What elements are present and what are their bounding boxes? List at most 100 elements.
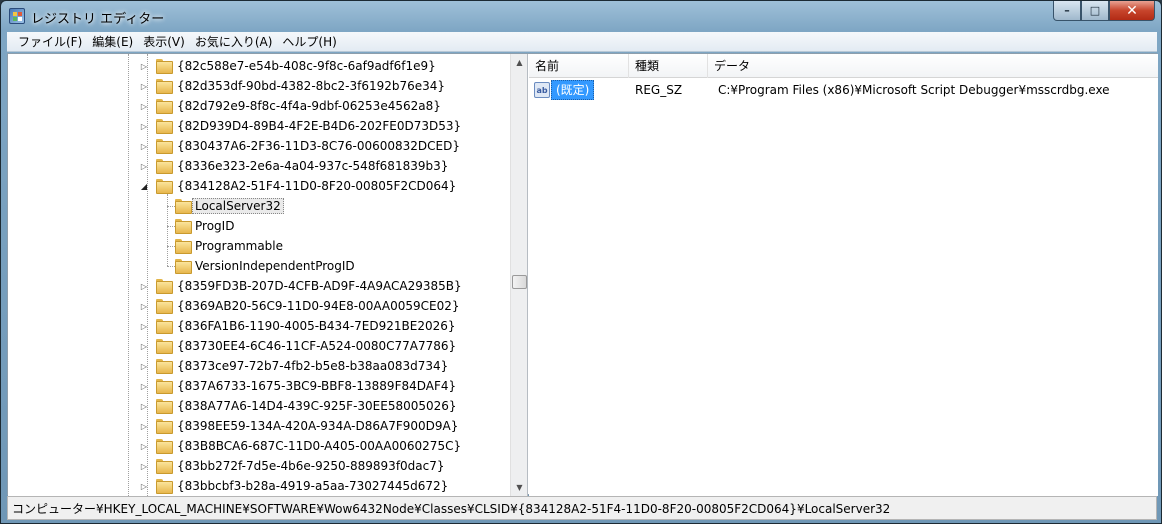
tree-node-label[interactable]: {8398EE59-134A-420A-934A-D86A7F900D9A} xyxy=(174,418,461,434)
folder-icon xyxy=(156,279,173,294)
status-path: コンピューター¥HKEY_LOCAL_MACHINE¥SOFTWARE¥Wow6… xyxy=(12,501,891,516)
tree-node-label[interactable]: {82d353df-90bd-4382-8bc2-3f6192b76e34} xyxy=(174,78,448,94)
column-header-type[interactable]: 種類 xyxy=(629,54,708,78)
tree-guide-line xyxy=(167,206,175,207)
value-list-pane[interactable]: 名前 種類 データ ab (既定) REG_SZ C:¥Program File… xyxy=(529,54,1158,496)
expand-arrow-icon[interactable]: ▷ xyxy=(139,121,149,131)
tree-node[interactable]: ▷ {82D939D4-89B4-4F2E-B4D6-202FE0D73D53} xyxy=(8,116,510,136)
expand-arrow-icon[interactable]: ▷ xyxy=(139,381,149,391)
expand-arrow-icon[interactable]: ▷ xyxy=(139,461,149,471)
folder-icon xyxy=(156,59,173,74)
scroll-down-arrow-icon[interactable]: ▼ xyxy=(511,479,527,496)
expand-arrow-icon[interactable]: ▷ xyxy=(139,161,149,171)
expand-arrow-icon[interactable]: ▷ xyxy=(139,101,149,111)
tree-node-label[interactable]: LocalServer32 xyxy=(192,198,284,214)
value-name[interactable]: (既定) xyxy=(551,80,595,100)
tree-node[interactable]: ▷ {837A6733-1675-3BC9-BBF8-13889F84DAF4} xyxy=(8,376,510,396)
tree-node[interactable]: Programmable xyxy=(8,236,510,256)
tree-node[interactable]: ProgID xyxy=(8,216,510,236)
tree-node[interactable]: ▷ {8359FD3B-207D-4CFB-AD9F-4A9ACA29385B} xyxy=(8,276,510,296)
tree-node-label[interactable]: VersionIndependentProgID xyxy=(192,258,358,274)
tree-node-label[interactable]: {836FA1B6-1190-4005-B434-7ED921BE2026} xyxy=(174,318,459,334)
menu-help[interactable]: ヘルプ(H) xyxy=(277,33,341,50)
tree-node-label[interactable]: {82D939D4-89B4-4F2E-B4D6-202FE0D73D53} xyxy=(174,118,464,134)
registry-key-tree[interactable]: ▷ {82c588e7-e54b-408c-9f8c-6af9adf6f1e9} ▷… xyxy=(8,54,528,496)
folder-icon xyxy=(156,379,173,394)
tree-node[interactable]: ▷ {8336e323-2e6a-4a04-937c-548f681839b3} xyxy=(8,156,510,176)
expand-arrow-icon[interactable]: ▷ xyxy=(139,81,149,91)
expand-arrow-icon[interactable]: ▷ xyxy=(139,141,149,151)
expand-arrow-icon[interactable]: ▷ xyxy=(139,421,149,431)
folder-icon xyxy=(156,339,173,354)
scroll-up-arrow-icon[interactable]: ▲ xyxy=(511,54,527,71)
tree-vertical-scrollbar[interactable]: ▲ ▼ xyxy=(510,54,527,496)
tree-node[interactable]: ▷ {8398EE59-134A-420A-934A-D86A7F900D9A} xyxy=(8,416,510,436)
collapse-arrow-icon[interactable]: ◢ xyxy=(139,181,149,191)
tree-guide-line xyxy=(167,246,175,247)
expand-arrow-icon[interactable]: ▷ xyxy=(139,341,149,351)
expand-arrow-icon[interactable]: ▷ xyxy=(139,281,149,291)
tree-node[interactable]: VersionIndependentProgID xyxy=(8,256,510,276)
expand-arrow-icon[interactable]: ▷ xyxy=(139,481,149,491)
tree-node-label[interactable]: {830437A6-2F36-11D3-8C76-00600832DCED} xyxy=(174,138,463,154)
tree-node[interactable]: ▷ {82d353df-90bd-4382-8bc2-3f6192b76e34} xyxy=(8,76,510,96)
close-button[interactable]: ✕ xyxy=(1109,1,1155,21)
tree-node-label[interactable]: {838A77A6-14D4-439C-925F-30EE58005026} xyxy=(174,398,460,414)
minimize-icon: – xyxy=(1064,4,1070,17)
tree-node-label[interactable]: {834128A2-51F4-11D0-8F20-00805F2CD064} xyxy=(174,178,459,194)
window-title: レジストリ エディター xyxy=(31,12,165,27)
regedit-app-icon[interactable] xyxy=(9,8,25,24)
expand-arrow-icon[interactable]: ▷ xyxy=(139,61,149,71)
tree-node[interactable]: ▷ {82d792e9-8f8c-4f4a-9dbf-06253e4562a8} xyxy=(8,96,510,116)
folder-icon xyxy=(156,119,173,134)
tree-node-label[interactable]: {82d792e9-8f8c-4f4a-9dbf-06253e4562a8} xyxy=(174,98,444,114)
tree-node[interactable]: ◢ {834128A2-51F4-11D0-8F20-00805F2CD064} xyxy=(8,176,510,196)
tree-node[interactable]: ▷ {830437A6-2F36-11D3-8C76-00600832DCED} xyxy=(8,136,510,156)
maximize-icon: □ xyxy=(1089,4,1101,17)
folder-icon xyxy=(175,239,192,254)
tree-node[interactable]: ▷ {83730EE4-6C46-11CF-A524-0080C77A7786} xyxy=(8,336,510,356)
tree-node[interactable]: ▷ {836FA1B6-1190-4005-B434-7ED921BE2026} xyxy=(8,316,510,336)
tree-node-label[interactable]: {83B8BCA6-687C-11D0-A405-00AA0060275C} xyxy=(174,438,464,454)
menu-bar: ファイル(F) 編集(E) 表示(V) お気に入り(A) ヘルプ(H) xyxy=(7,32,1157,52)
tree-node-label[interactable]: ProgID xyxy=(192,218,237,234)
menu-favorites[interactable]: お気に入り(A) xyxy=(190,33,278,50)
tree-node[interactable]: ▷ {83bb272f-7d5e-4b6e-9250-889893f0dac7} xyxy=(8,456,510,476)
expand-arrow-icon[interactable]: ▷ xyxy=(139,441,149,451)
tree-node-label[interactable]: {83bbcbf3-b28a-4919-a5aa-73027445d672} xyxy=(174,478,451,494)
title-bar[interactable]: レジストリ エディター – □ ✕ xyxy=(1,1,1161,31)
tree-node[interactable]: ▷ {8373ce97-72b7-4fb2-b5e8-b38aa083d734} xyxy=(8,356,510,376)
tree-node-label[interactable]: Programmable xyxy=(192,238,286,254)
maximize-button[interactable]: □ xyxy=(1081,1,1109,21)
tree-node[interactable]: ▷ {83bbcbf3-b28a-4919-a5aa-73027445d672} xyxy=(8,476,510,496)
expand-arrow-icon[interactable]: ▷ xyxy=(139,301,149,311)
tree-node-label[interactable]: {837A6733-1675-3BC9-BBF8-13889F84DAF4} xyxy=(174,378,459,394)
menu-file[interactable]: ファイル(F) xyxy=(13,33,87,50)
tree-node[interactable]: ▷ {83B8BCA6-687C-11D0-A405-00AA0060275C} xyxy=(8,436,510,456)
menu-edit[interactable]: 編集(E) xyxy=(87,33,138,50)
tree-node-label[interactable]: {83730EE4-6C46-11CF-A524-0080C77A7786} xyxy=(174,338,459,354)
caption-buttons: – □ ✕ xyxy=(1053,1,1155,21)
tree-node-label[interactable]: {82c588e7-e54b-408c-9f8c-6af9adf6f1e9} xyxy=(174,58,439,74)
folder-icon xyxy=(156,479,173,494)
expand-arrow-icon[interactable]: ▷ xyxy=(139,321,149,331)
tree-node[interactable]: LocalServer32 xyxy=(8,196,510,216)
column-header-data[interactable]: データ xyxy=(708,54,1158,78)
tree-node-label[interactable]: {83bb272f-7d5e-4b6e-9250-889893f0dac7} xyxy=(174,458,448,474)
tree-node-label[interactable]: {8369AB20-56C9-11D0-94E8-00AA0059CE02} xyxy=(174,298,463,314)
tree-content[interactable]: ▷ {82c588e7-e54b-408c-9f8c-6af9adf6f1e9} ▷… xyxy=(8,54,510,496)
list-item[interactable]: ab (既定) REG_SZ C:¥Program Files (x86)¥Mi… xyxy=(529,80,1158,100)
tree-node[interactable]: ▷ {838A77A6-14D4-439C-925F-30EE58005026} xyxy=(8,396,510,416)
minimize-button[interactable]: – xyxy=(1053,1,1081,21)
expand-arrow-icon[interactable]: ▷ xyxy=(139,401,149,411)
tree-node[interactable]: ▷ {8369AB20-56C9-11D0-94E8-00AA0059CE02} xyxy=(8,296,510,316)
scrollbar-thumb[interactable] xyxy=(512,275,527,289)
menu-view[interactable]: 表示(V) xyxy=(138,33,190,50)
tree-node-label[interactable]: {8336e323-2e6a-4a04-937c-548f681839b3} xyxy=(174,158,451,174)
tree-node-label[interactable]: {8359FD3B-207D-4CFB-AD9F-4A9ACA29385B} xyxy=(174,278,465,294)
tree-node-label[interactable]: {8373ce97-72b7-4fb2-b5e8-b38aa083d734} xyxy=(174,358,451,374)
expand-arrow-icon[interactable]: ▷ xyxy=(139,361,149,371)
folder-icon xyxy=(156,399,173,414)
tree-node[interactable]: ▷ {82c588e7-e54b-408c-9f8c-6af9adf6f1e9} xyxy=(8,56,510,76)
column-header-name[interactable]: 名前 xyxy=(529,54,629,78)
